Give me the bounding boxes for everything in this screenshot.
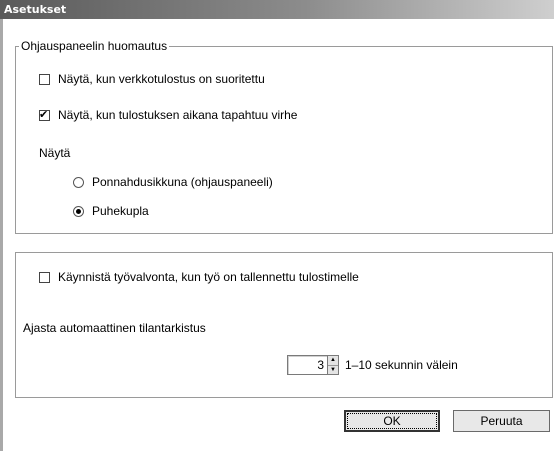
- interval-spinner-input[interactable]: 3: [287, 355, 327, 375]
- window-title: Asetukset: [4, 3, 67, 16]
- ok-button[interactable]: OK: [344, 410, 440, 432]
- bubble-radio-label: Puhekupla: [92, 204, 149, 218]
- interval-range-label: 1–10 sekunnin välein: [345, 358, 458, 372]
- print-error-checkbox[interactable]: [39, 108, 50, 122]
- schedule-label: Ajasta automaattinen tilantarkistus: [23, 321, 206, 335]
- spinner-up-icon[interactable]: ▲: [328, 356, 338, 366]
- job-monitor-checkbox[interactable]: [39, 271, 50, 283]
- display-label: Näytä: [39, 146, 71, 160]
- job-monitor-checkbox-row[interactable]: Käynnistä työvalvonta, kun työ on tallen…: [39, 270, 359, 284]
- popup-radio-label: Ponnahdusikkuna (ohjauspaneeli): [92, 175, 273, 189]
- network-print-checkbox-label: Näytä, kun verkkotulostus on suoritettu: [58, 72, 265, 86]
- spinner-down-icon[interactable]: ▼: [328, 365, 338, 374]
- print-error-checkbox-label: Näytä, kun tulostuksen aikana tapahtuu v…: [58, 108, 298, 122]
- popup-radio[interactable]: [73, 176, 84, 188]
- schedule-label-row: Ajasta automaattinen tilantarkistus: [23, 321, 206, 335]
- popup-radio-row[interactable]: Ponnahdusikkuna (ohjauspaneeli): [73, 175, 273, 189]
- interval-spinner[interactable]: 3 ▲ ▼ 1–10 sekunnin välein: [287, 355, 458, 375]
- network-print-checkbox[interactable]: [39, 73, 50, 85]
- network-print-checkbox-row[interactable]: Näytä, kun verkkotulostus on suoritettu: [39, 72, 265, 86]
- title-bar: Asetukset: [0, 0, 554, 19]
- interval-spinner-arrows[interactable]: ▲ ▼: [327, 355, 339, 375]
- display-label-row: Näytä: [39, 146, 70, 160]
- window-left-border: [0, 19, 3, 451]
- job-monitor-checkbox-label: Käynnistä työvalvonta, kun työ on tallen…: [58, 270, 359, 284]
- print-error-checkbox-row[interactable]: Näytä, kun tulostuksen aikana tapahtuu v…: [39, 108, 297, 122]
- bubble-radio[interactable]: [73, 205, 84, 217]
- cancel-button[interactable]: Peruuta: [453, 410, 550, 432]
- bubble-radio-row[interactable]: Puhekupla: [73, 204, 149, 218]
- notification-group-legend: Ohjauspaneelin huomautus: [19, 39, 170, 53]
